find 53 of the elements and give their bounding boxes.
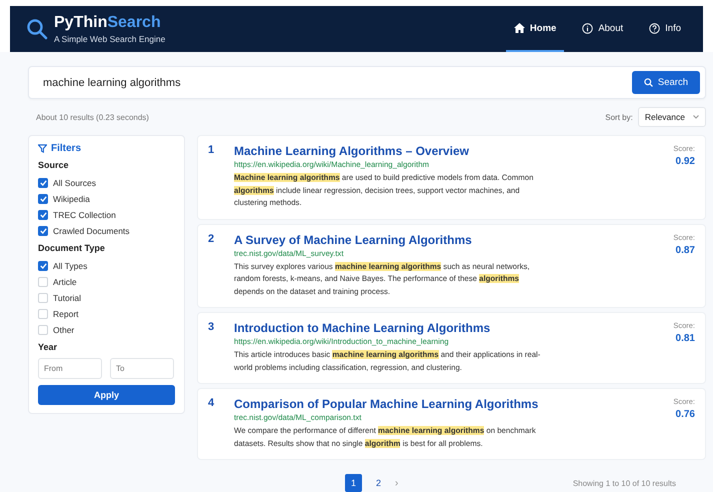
help-icon (649, 22, 660, 34)
score-value: 0.81 (674, 333, 695, 344)
filters-title: Filters (38, 143, 175, 154)
checkbox-label: Report (53, 309, 79, 319)
tagline: A Simple Web Search Engine (54, 34, 166, 44)
checkbox-label: All Types (53, 261, 88, 271)
year-from-field[interactable]: From (38, 358, 102, 379)
info-icon (582, 22, 594, 34)
sort-dropdown[interactable]: Relevance (638, 107, 706, 127)
checkbox-label: Article (53, 277, 77, 287)
result-title-link[interactable]: A Survey of Machine Learning Algorithms (234, 232, 549, 246)
checkbox[interactable] (38, 178, 48, 188)
checkbox-label: Crawled Documents (53, 226, 130, 236)
result-rank: 4 (208, 397, 216, 411)
page-button[interactable]: 1 (345, 474, 362, 492)
result-title-link[interactable]: Machine Learning Algorithms – Overview (234, 144, 549, 158)
caret-icon (693, 115, 699, 119)
checkbox[interactable] (38, 194, 48, 204)
result-title-link[interactable]: Introduction to Machine Learning Algorithms (234, 321, 549, 335)
score-value: 0.76 (674, 409, 695, 420)
pagination-summary: Showing 1 to 10 of 10 results (572, 478, 676, 488)
page-button[interactable]: 2 (370, 474, 388, 492)
result-rank: 1 (208, 144, 216, 158)
nav-link[interactable]: Home (506, 6, 564, 52)
checkbox-label: Other (53, 325, 74, 335)
filter-group-title: Document Type (38, 243, 106, 253)
result-rank: 2 (208, 232, 216, 246)
checkbox-label: All Sources (53, 178, 96, 188)
checkbox[interactable] (38, 226, 48, 236)
home-icon (514, 23, 525, 33)
search-icon (26, 18, 48, 40)
checkbox[interactable] (38, 210, 48, 220)
checkbox-label: Tutorial (53, 293, 82, 303)
result-rank: 3 (208, 321, 216, 335)
result-stats: About 10 results (0.23 seconds) (36, 112, 149, 122)
score-value: 0.87 (674, 244, 695, 256)
score-value: 0.92 (674, 156, 695, 167)
checkbox-label: Wikipedia (53, 194, 90, 204)
year-to-field[interactable]: To (110, 358, 174, 379)
search-field[interactable]: machine learning algorithms Search (28, 66, 706, 99)
apply-button[interactable]: Apply (38, 385, 175, 405)
sort-label: Sort by: (605, 112, 633, 122)
filter-group-title: Source (38, 160, 70, 170)
filter-group-title: Year (38, 342, 58, 352)
nav-link[interactable]: About (574, 6, 632, 52)
checkbox[interactable] (38, 261, 48, 271)
search-button[interactable]: Search (632, 71, 700, 94)
checkbox-label: TREC Collection (53, 210, 116, 220)
filter-icon (38, 144, 47, 153)
nav-link[interactable]: Info (641, 6, 689, 52)
search-icon (644, 78, 653, 87)
result-title-link[interactable]: Comparison of Popular Machine Learning Algorithms (234, 397, 549, 411)
brand-title: PyThinSearch (54, 14, 162, 30)
